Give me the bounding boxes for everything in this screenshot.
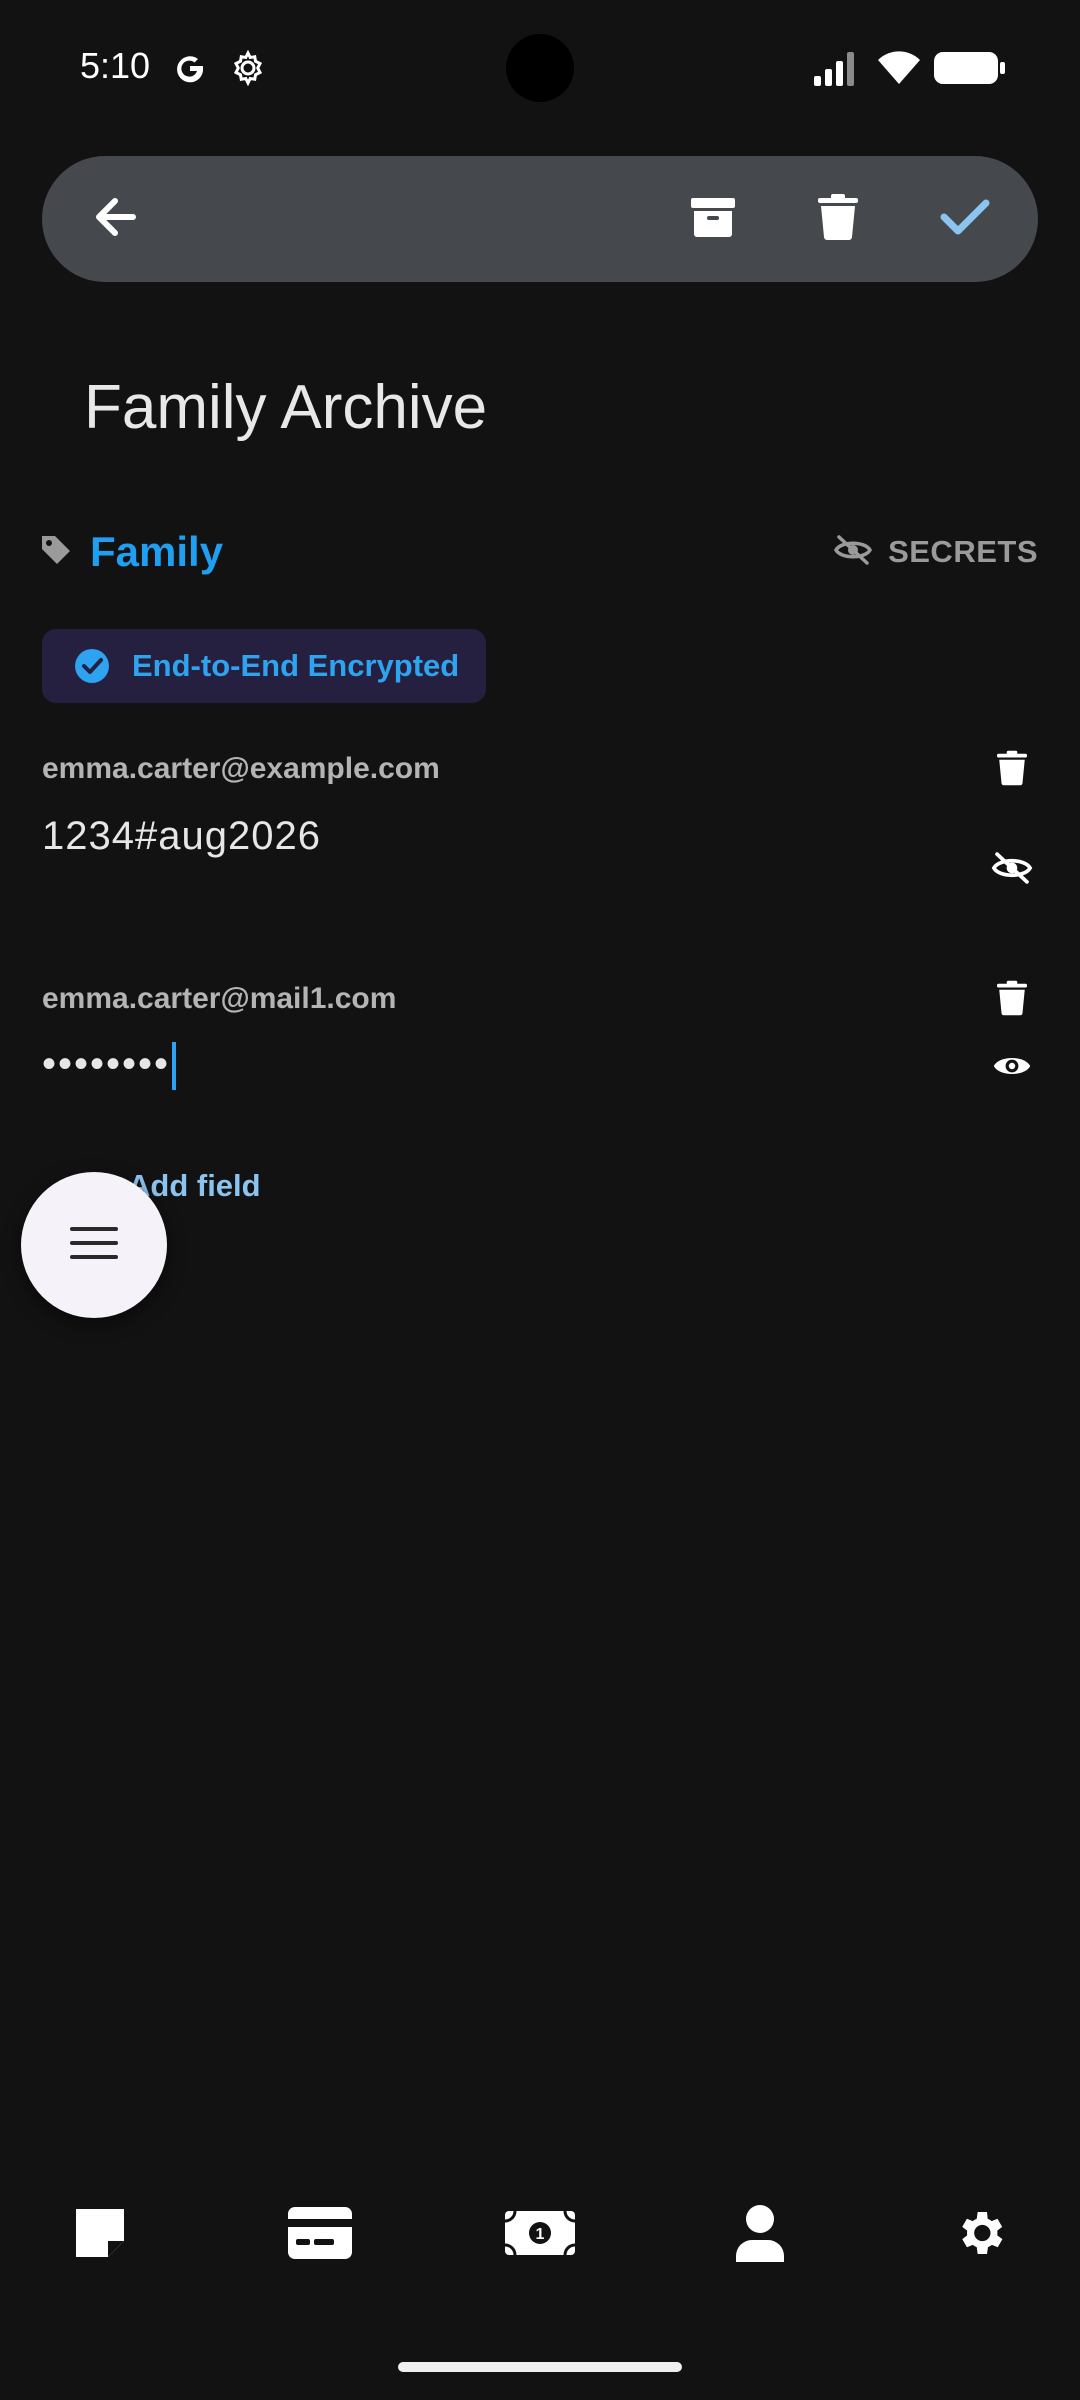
- tag-chip[interactable]: Family: [40, 520, 223, 584]
- settings-gear-icon: [952, 2205, 1008, 2266]
- money-bill-icon: 1: [504, 2210, 576, 2260]
- hide-value-button[interactable]: [980, 838, 1044, 902]
- delete-field-button[interactable]: [980, 968, 1044, 1032]
- delete-field-button[interactable]: [980, 738, 1044, 802]
- credit-card-icon: [288, 2206, 352, 2264]
- password-field[interactable]: ••••••••: [42, 1042, 177, 1091]
- trash-icon: [997, 980, 1027, 1021]
- bottom-navigation: 1: [0, 2190, 1080, 2280]
- svg-text:1: 1: [536, 2226, 545, 2243]
- archive-icon: [690, 196, 736, 243]
- google-icon: [172, 50, 208, 91]
- signal-icon: [812, 50, 860, 91]
- wifi-icon: [876, 48, 922, 91]
- encryption-badge: End-to-End Encrypted: [42, 629, 486, 703]
- text-cursor: [172, 1042, 177, 1091]
- front-camera: [506, 34, 574, 102]
- nav-cards[interactable]: [270, 2190, 370, 2280]
- secrets-toggle[interactable]: SECRETS: [834, 520, 1038, 584]
- nav-money[interactable]: 1: [490, 2190, 590, 2280]
- back-button[interactable]: [52, 156, 178, 282]
- menu-icon: [70, 1225, 118, 1266]
- tag-icon: [40, 534, 72, 571]
- back-arrow-icon: [93, 197, 137, 242]
- save-button[interactable]: [902, 156, 1028, 282]
- field-label[interactable]: emma.carter@example.com: [42, 752, 440, 786]
- eye-off-icon: [834, 534, 873, 570]
- trash-icon: [997, 750, 1027, 791]
- trash-icon: [818, 193, 858, 245]
- note-icon: [74, 2207, 126, 2264]
- encryption-label: End-to-End Encrypted: [132, 648, 460, 683]
- home-indicator[interactable]: [398, 2362, 682, 2372]
- password-dots: ••••••••: [42, 1042, 171, 1086]
- show-value-button[interactable]: [980, 1036, 1044, 1100]
- status-time: 5:10: [80, 45, 151, 86]
- top-toolbar: [42, 156, 1038, 282]
- person-icon: [734, 2204, 786, 2267]
- tag-label: Family: [90, 528, 224, 575]
- eye-off-icon: [991, 851, 1033, 889]
- settings-gear-icon: [230, 49, 266, 91]
- eye-icon: [991, 1051, 1033, 1086]
- menu-fab[interactable]: [21, 1172, 167, 1318]
- note-title[interactable]: Family Archive: [84, 368, 487, 448]
- secrets-label: SECRETS: [888, 534, 1038, 569]
- check-icon: [940, 197, 990, 242]
- field-value[interactable]: 1234#aug2026: [42, 814, 321, 859]
- field-label[interactable]: emma.carter@mail1.com: [42, 982, 396, 1016]
- archive-button[interactable]: [650, 156, 776, 282]
- check-circle-icon: [74, 648, 110, 684]
- battery-icon: [934, 52, 1006, 89]
- nav-identities[interactable]: [710, 2190, 810, 2280]
- delete-button[interactable]: [775, 156, 901, 282]
- nav-notes[interactable]: [50, 2190, 150, 2280]
- nav-settings[interactable]: [930, 2190, 1030, 2280]
